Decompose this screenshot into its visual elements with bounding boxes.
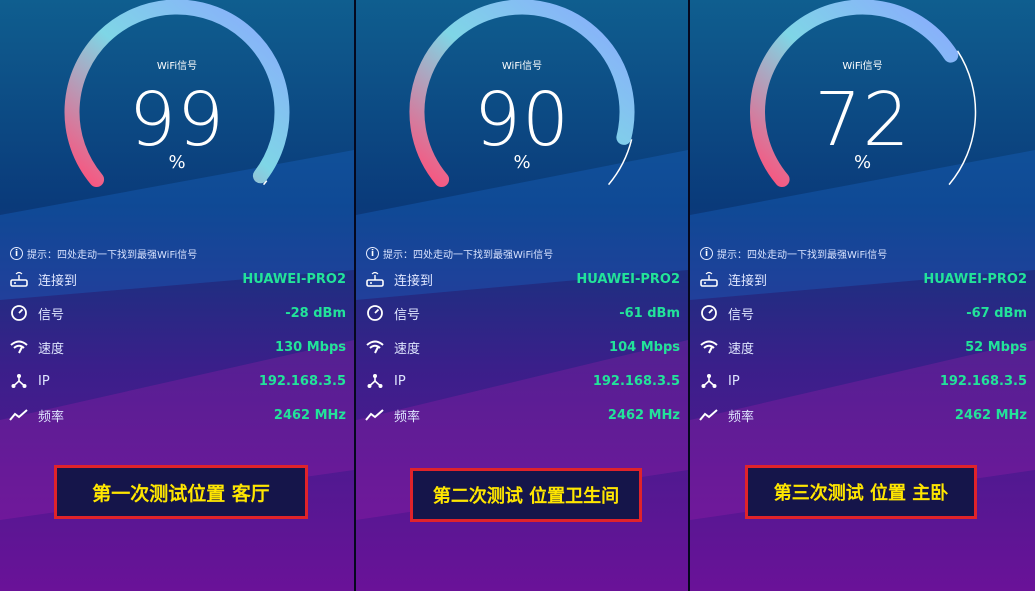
router-icon: [364, 268, 386, 290]
info-label: 速度: [728, 341, 755, 357]
signal-percentage-value: 99: [128, 77, 226, 163]
info-value: -28 dBm: [285, 305, 346, 321]
frequency-icon: [698, 404, 720, 426]
info-label: IP: [38, 373, 50, 389]
tip-text-row: i 提示：四处走动一下找到最强WiFi信号: [366, 246, 553, 261]
info-value: 192.168.3.5: [592, 373, 680, 389]
info-label: IP: [728, 373, 740, 389]
info-label: 速度: [394, 341, 421, 357]
network-ip-icon: [8, 370, 30, 392]
wifi-signal-label: WiFi信号: [842, 61, 883, 72]
router-icon: [8, 268, 30, 290]
screenshot-panel-1: WiFi信号 99 % i 提示：四处走动一下找到最强WiFi信号 连接到 HUA…: [0, 0, 354, 591]
percent-unit: %: [168, 152, 186, 173]
panel-divider: [354, 0, 356, 591]
signal-percentage-value: 72: [814, 77, 911, 163]
info-row: 信号 -28 dBm: [8, 300, 346, 326]
info-row: IP 192.168.3.5: [698, 368, 1027, 394]
info-row: 频率 2462 MHz: [698, 402, 1027, 428]
info-value: 192.168.3.5: [939, 373, 1027, 389]
percent-unit: %: [513, 152, 531, 173]
info-label: 信号: [728, 307, 755, 323]
info-label: 速度: [38, 341, 65, 357]
info-row: IP 192.168.3.5: [8, 368, 346, 394]
screenshot-panel-3: WiFi信号 72 % i 提示：四处走动一下找到最强WiFi信号 连接到 HUA…: [690, 0, 1035, 591]
tip-text: 提示：四处走动一下找到最强WiFi信号: [717, 250, 888, 261]
info-value: -67 dBm: [966, 305, 1027, 321]
info-row: 频率 2462 MHz: [364, 402, 680, 428]
info-value: 2462 MHz: [607, 407, 680, 423]
frequency-icon: [364, 404, 386, 426]
wifi-signal-label: WiFi信号: [501, 61, 543, 72]
signal-gauge-icon: [698, 302, 720, 324]
info-row: 速度 52 Mbps: [698, 334, 1027, 360]
info-row: 频率 2462 MHz: [8, 402, 346, 428]
panel-divider: [688, 0, 690, 591]
info-value: HUAWEI-PRO2: [923, 271, 1027, 287]
info-row: 连接到 HUAWEI-PRO2: [364, 266, 680, 292]
info-row: 速度 104 Mbps: [364, 334, 680, 360]
tip-text: 提示：四处走动一下找到最强WiFi信号: [383, 250, 554, 261]
signal-gauge-icon: [364, 302, 386, 324]
frequency-icon: [8, 404, 30, 426]
percent-unit: %: [853, 152, 872, 173]
info-label: 连接到: [394, 273, 434, 289]
info-value: 52 Mbps: [965, 339, 1027, 355]
test-location-caption: 第二次测试 位置卫生间: [410, 468, 642, 522]
info-value: HUAWEI-PRO2: [242, 271, 346, 287]
signal-percentage-value: 90: [473, 77, 571, 163]
info-label: 信号: [38, 307, 65, 323]
tip-text-row: i 提示：四处走动一下找到最强WiFi信号: [700, 246, 887, 261]
info-label: 频率: [728, 409, 755, 425]
wifi-speed-icon: [364, 336, 386, 358]
info-row: IP 192.168.3.5: [364, 368, 680, 394]
tip-text-row: i 提示：四处走动一下找到最强WiFi信号: [10, 246, 197, 261]
info-label: 连接到: [38, 273, 78, 289]
info-value: 104 Mbps: [609, 339, 680, 355]
info-row: 信号 -67 dBm: [698, 300, 1027, 326]
wifi-signal-label: WiFi信号: [156, 61, 198, 72]
info-value: 192.168.3.5: [258, 373, 346, 389]
info-value: 2462 MHz: [954, 407, 1027, 423]
router-icon: [698, 268, 720, 290]
info-label: 信号: [394, 307, 421, 323]
test-location-caption: 第一次测试位置 客厅: [54, 465, 308, 519]
signal-gauge-icon: [8, 302, 30, 324]
info-icon: i: [366, 247, 379, 260]
info-row: 连接到 HUAWEI-PRO2: [698, 266, 1027, 292]
info-icon: i: [700, 247, 713, 260]
info-value: -61 dBm: [619, 305, 680, 321]
network-ip-icon: [698, 370, 720, 392]
info-row: 信号 -61 dBm: [364, 300, 680, 326]
info-label: 频率: [38, 409, 65, 425]
tip-text: 提示：四处走动一下找到最强WiFi信号: [27, 250, 198, 261]
info-value: HUAWEI-PRO2: [576, 271, 680, 287]
info-label: IP: [394, 373, 406, 389]
test-location-caption: 第三次测试 位置 主卧: [745, 465, 977, 519]
screenshot-panel-2: WiFi信号 90 % i 提示：四处走动一下找到最强WiFi信号 连接到 HUA…: [356, 0, 688, 591]
wifi-speed-icon: [698, 336, 720, 358]
info-row: 连接到 HUAWEI-PRO2: [8, 266, 346, 292]
info-icon: i: [10, 247, 23, 260]
info-value: 2462 MHz: [273, 407, 346, 423]
info-value: 130 Mbps: [275, 339, 346, 355]
info-label: 连接到: [728, 273, 768, 289]
wifi-speed-icon: [8, 336, 30, 358]
network-ip-icon: [364, 370, 386, 392]
info-label: 频率: [394, 409, 421, 425]
info-row: 速度 130 Mbps: [8, 334, 346, 360]
